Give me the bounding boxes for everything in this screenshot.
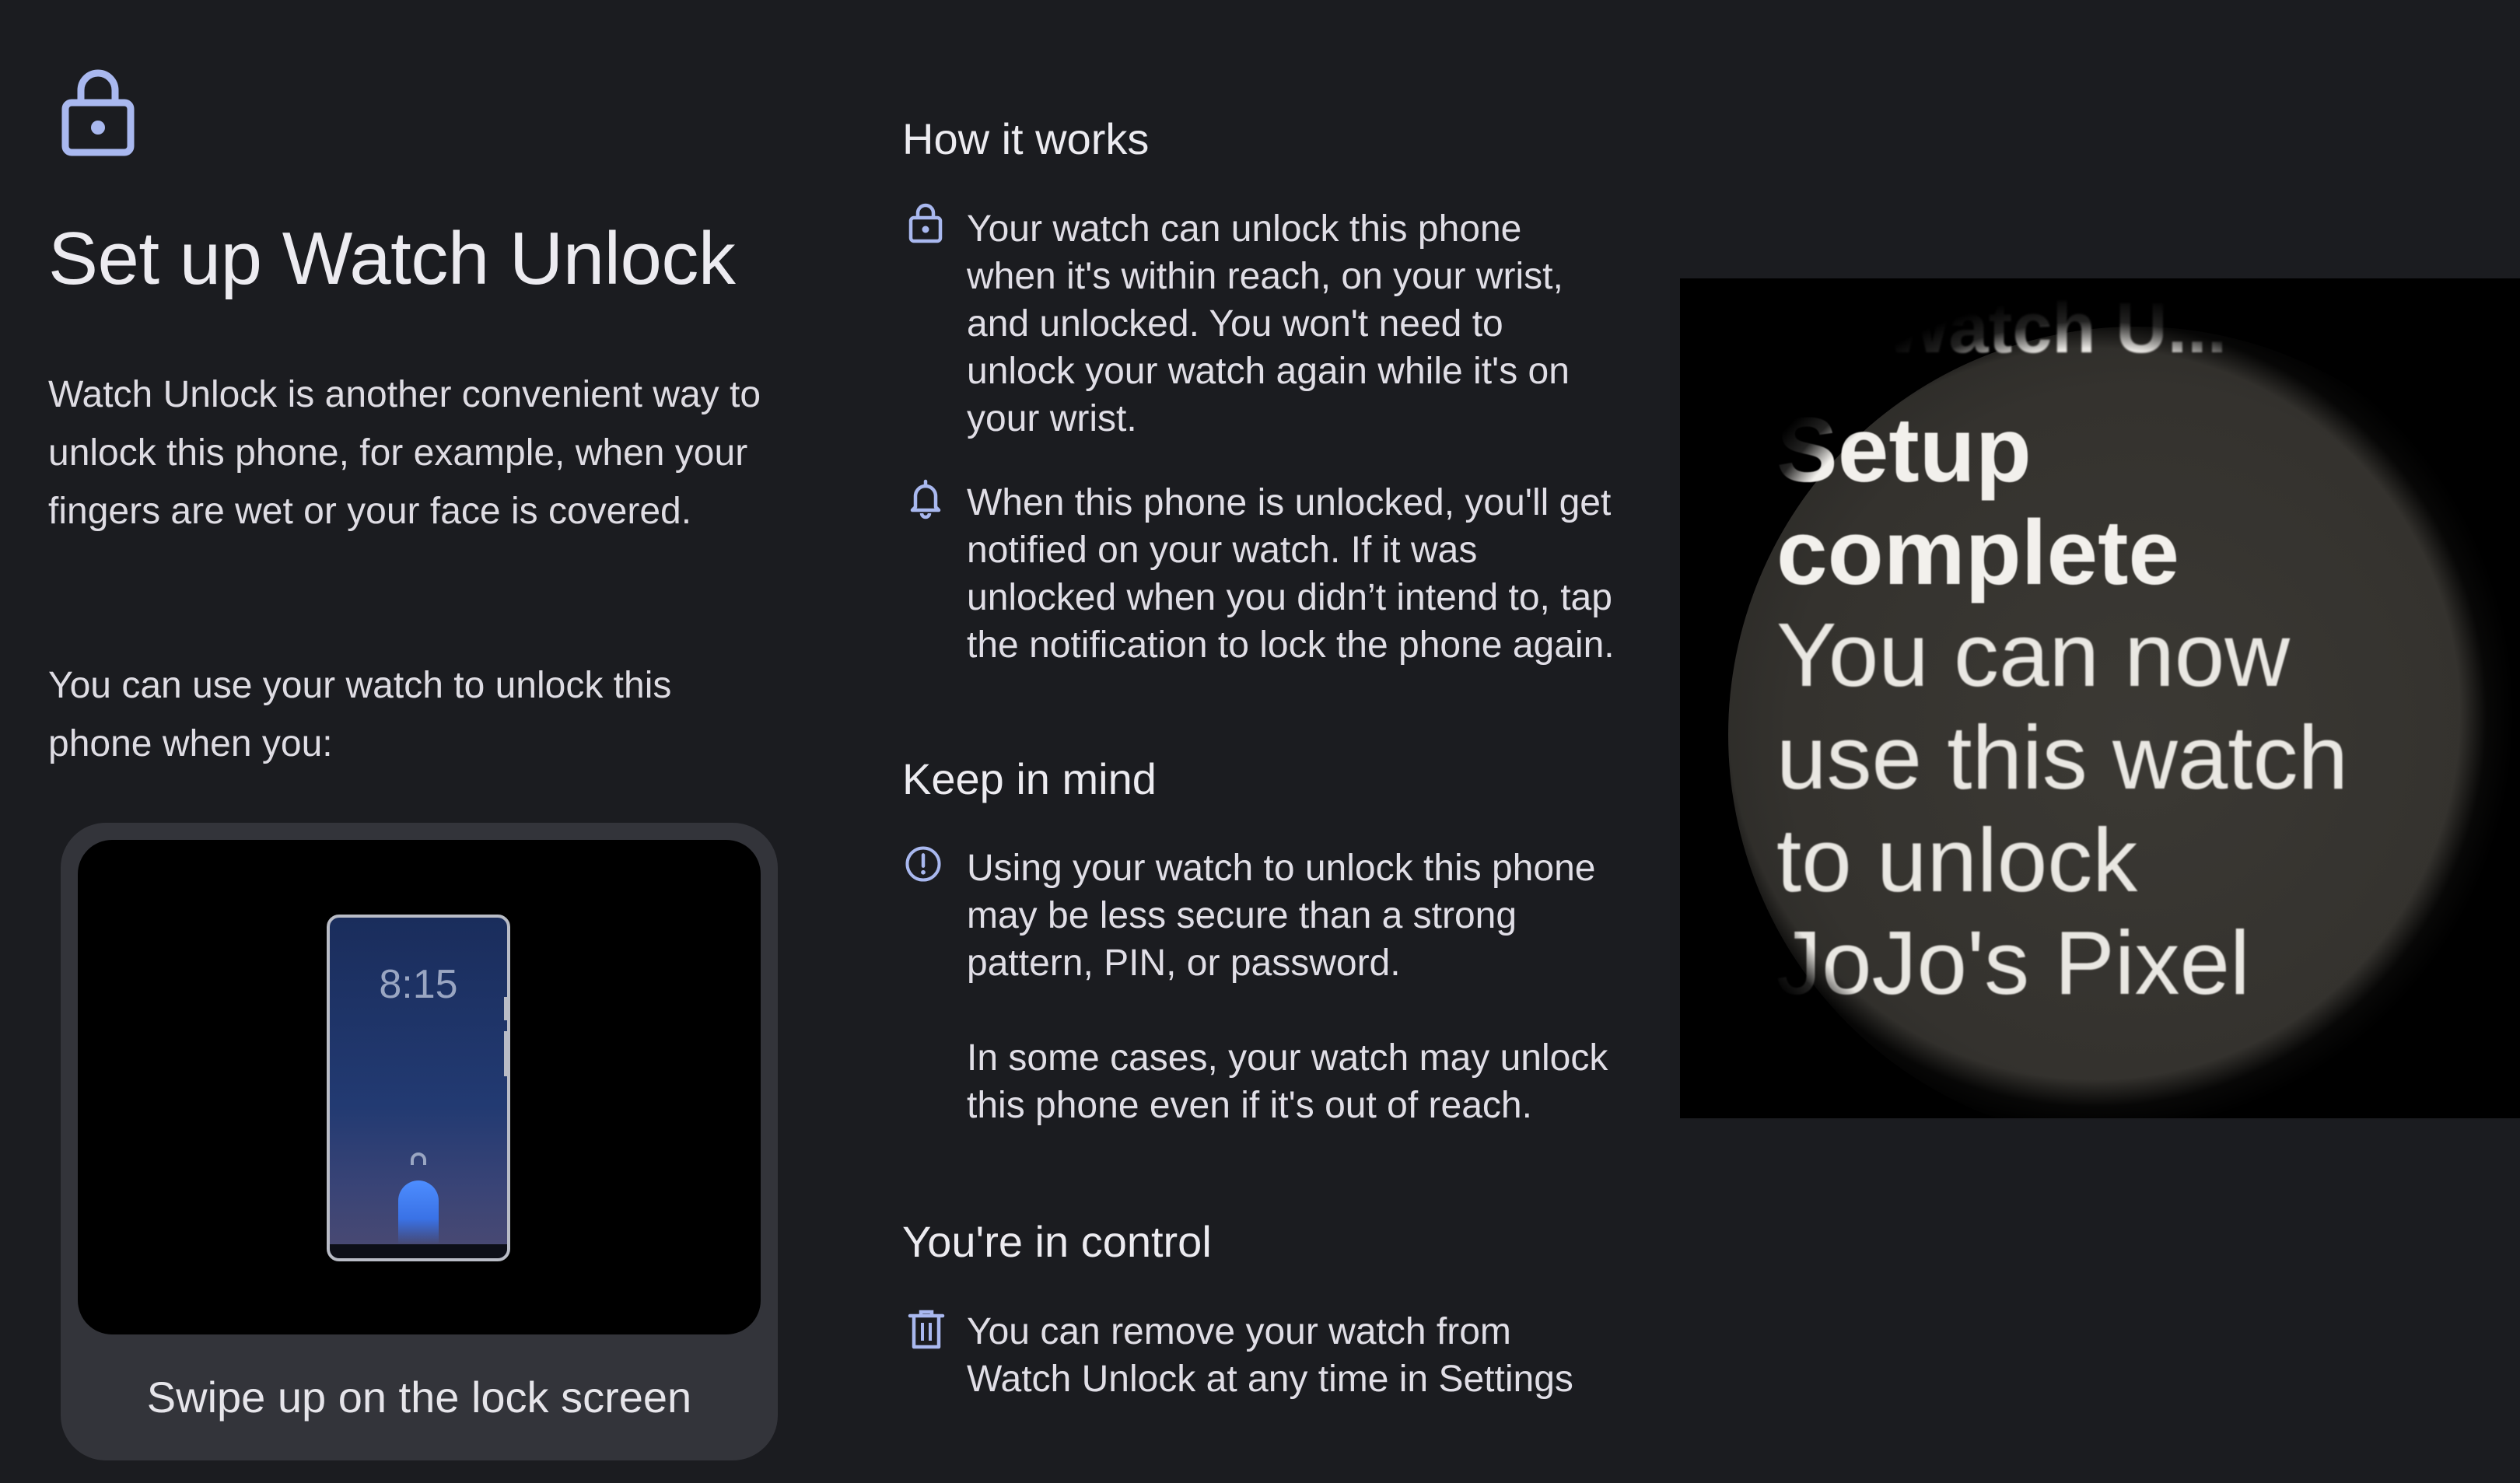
page-title: Set up Watch Unlock	[48, 217, 736, 300]
intro-text: Watch Unlock is another convenient way t…	[48, 374, 761, 532]
section-heading-how-it-works: How it works	[902, 114, 1150, 163]
phone-bottom-bar	[330, 1244, 507, 1258]
swipe-indicator	[398, 1180, 439, 1244]
watch-screenshot: Watch U... Setup complete You can now us…	[1680, 278, 2520, 1118]
illustration-screen: 8:15	[78, 840, 761, 1334]
intro-text-2: You can use your watch to unlock this ph…	[48, 665, 672, 764]
watch-body-line-1: You can now	[1776, 604, 2291, 705]
watch-title: Setup complete	[1776, 399, 2179, 604]
watch-title-line-1: Setup	[1776, 399, 2032, 502]
watch-body-line-4: JoJo's Pixel	[1776, 912, 2250, 1013]
trash-icon	[908, 1310, 945, 1349]
small-lock-icon	[411, 1152, 426, 1165]
watch-title-line-2: complete	[1776, 502, 2180, 604]
section-heading-keep-in-mind: Keep in mind	[902, 754, 1157, 803]
illustration-caption: Swipe up on the lock screen	[146, 1373, 692, 1422]
phone-volume-button	[504, 1031, 510, 1076]
watch-app-header: Watch U...	[1884, 289, 2228, 368]
illustration-card: 8:15 Swipe up on the lock screen	[61, 823, 778, 1460]
watch-body-line-3: to unlock	[1776, 810, 2138, 911]
keep-in-mind-item-1: Using your watch to unlock this phone ma…	[967, 848, 1596, 984]
section-heading-in-control: You're in control	[902, 1217, 1212, 1266]
phone-clock: 8:15	[379, 962, 458, 1007]
phone-side-button	[504, 997, 510, 1020]
bell-icon	[910, 479, 941, 519]
keep-in-mind-item-2: In some cases, your watch may unlock thi…	[967, 1037, 1608, 1126]
phone-illustration: 8:15	[327, 915, 510, 1261]
in-control-item-1: You can remove your watch from Watch Unl…	[967, 1311, 1573, 1400]
watch-body: You can now use this watch to unlock JoJ…	[1776, 603, 2348, 1014]
how-it-works-item-1: Your watch can unlock this phone when it…	[967, 208, 1570, 439]
how-it-works-item-2: When this phone is unlocked, you'll get …	[967, 482, 1615, 666]
lock-icon	[61, 69, 135, 156]
alert-icon	[905, 846, 941, 882]
watch-body-line-2: use this watch	[1776, 707, 2349, 808]
lock-icon	[908, 203, 943, 243]
